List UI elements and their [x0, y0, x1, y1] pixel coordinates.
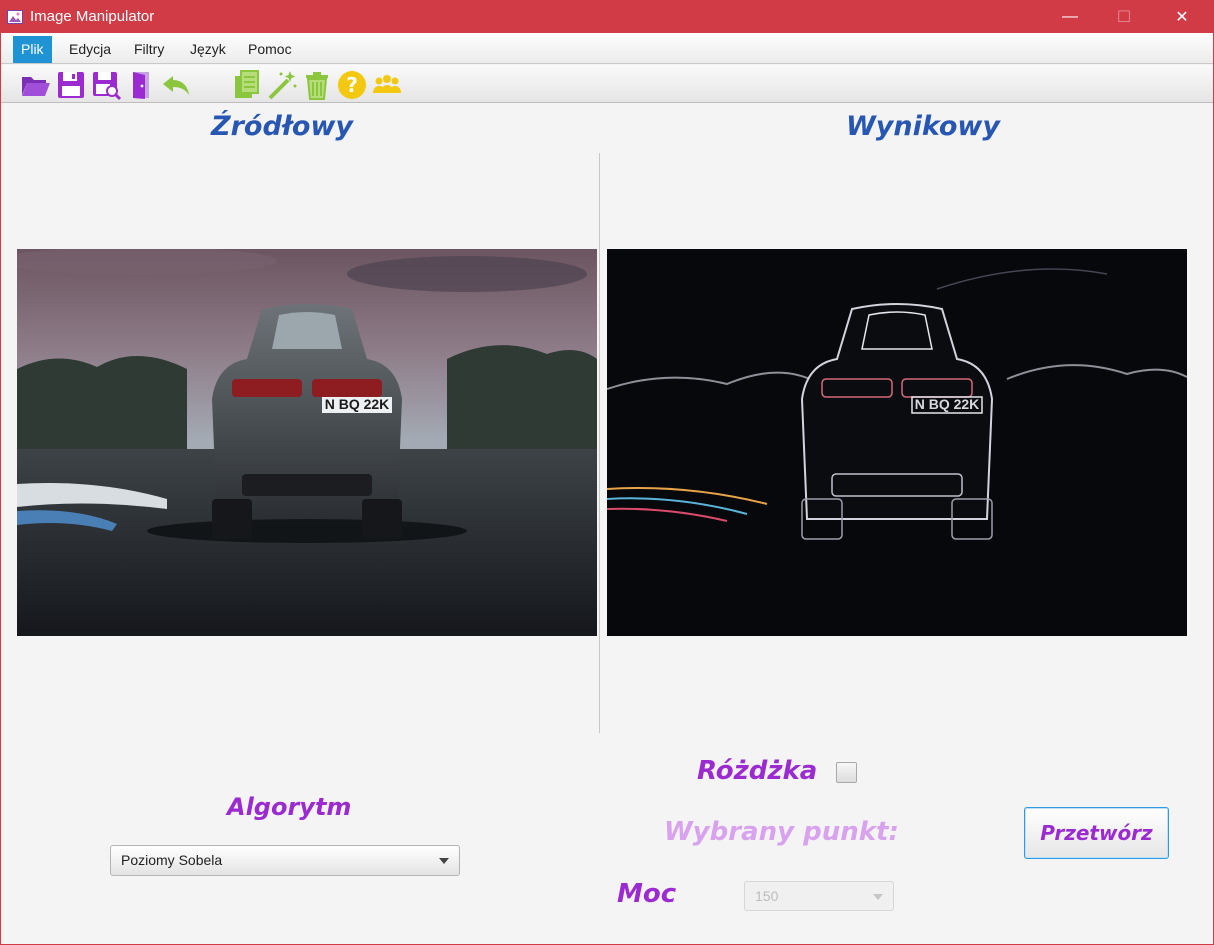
toolbar: ?	[1, 65, 1213, 103]
chevron-down-icon	[439, 858, 449, 864]
exit-door-icon[interactable]	[125, 69, 157, 101]
open-folder-icon[interactable]	[19, 69, 51, 101]
process-button[interactable]: Przetwórz	[1024, 807, 1169, 859]
algorithm-select[interactable]: Poziomy Sobela	[110, 845, 460, 876]
save-icon[interactable]	[55, 69, 87, 101]
wand-checkbox[interactable]	[836, 762, 857, 783]
menu-edycja[interactable]: Edycja	[61, 36, 119, 63]
undo-icon[interactable]	[161, 69, 193, 101]
title-bar: Image Manipulator — ☐ ✕	[1, 1, 1213, 33]
svg-text:?: ?	[346, 73, 358, 97]
power-select-value: 150	[755, 888, 779, 904]
chevron-down-icon	[873, 894, 883, 900]
trash-icon[interactable]	[301, 69, 333, 101]
algorithm-select-value: Poziomy Sobela	[121, 852, 223, 868]
source-license-plate: N BQ 22K	[325, 396, 390, 412]
source-image: N BQ 22K	[17, 249, 597, 636]
app-window: Image Manipulator — ☐ ✕ Plik Edycja Filt…	[0, 0, 1214, 945]
help-icon[interactable]: ?	[336, 69, 368, 101]
menu-jezyk[interactable]: Język	[182, 36, 234, 63]
maximize-button[interactable]: ☐	[1101, 1, 1147, 33]
selected-point-label: Wybrany punkt:	[664, 817, 899, 847]
power-select: 150	[744, 881, 894, 911]
save-as-icon[interactable]	[90, 69, 122, 101]
authors-icon[interactable]	[371, 69, 403, 101]
app-image-icon	[7, 9, 23, 25]
minimize-button[interactable]: —	[1047, 1, 1093, 33]
wand-label: Różdżka	[697, 756, 818, 786]
result-license-plate: N BQ 22K	[915, 396, 980, 412]
result-image: N BQ 22K	[607, 249, 1187, 636]
magic-wand-icon[interactable]	[266, 69, 298, 101]
menu-pomoc[interactable]: Pomoc	[240, 36, 300, 63]
menu-bar: Plik Edycja Filtry Język Pomoc	[1, 33, 1213, 64]
close-button[interactable]: ✕	[1159, 1, 1205, 33]
algorithm-label: Algorytm	[227, 793, 352, 821]
pane-splitter[interactable]	[599, 153, 600, 733]
power-label: Moc	[617, 879, 677, 909]
copy-icon[interactable]	[231, 69, 263, 101]
result-pane-title: Wynikowy	[846, 111, 1000, 142]
menu-filtry[interactable]: Filtry	[126, 36, 172, 63]
source-pane-title: Źródłowy	[211, 111, 353, 142]
window-title: Image Manipulator	[30, 8, 155, 25]
menu-plik[interactable]: Plik	[13, 36, 52, 63]
